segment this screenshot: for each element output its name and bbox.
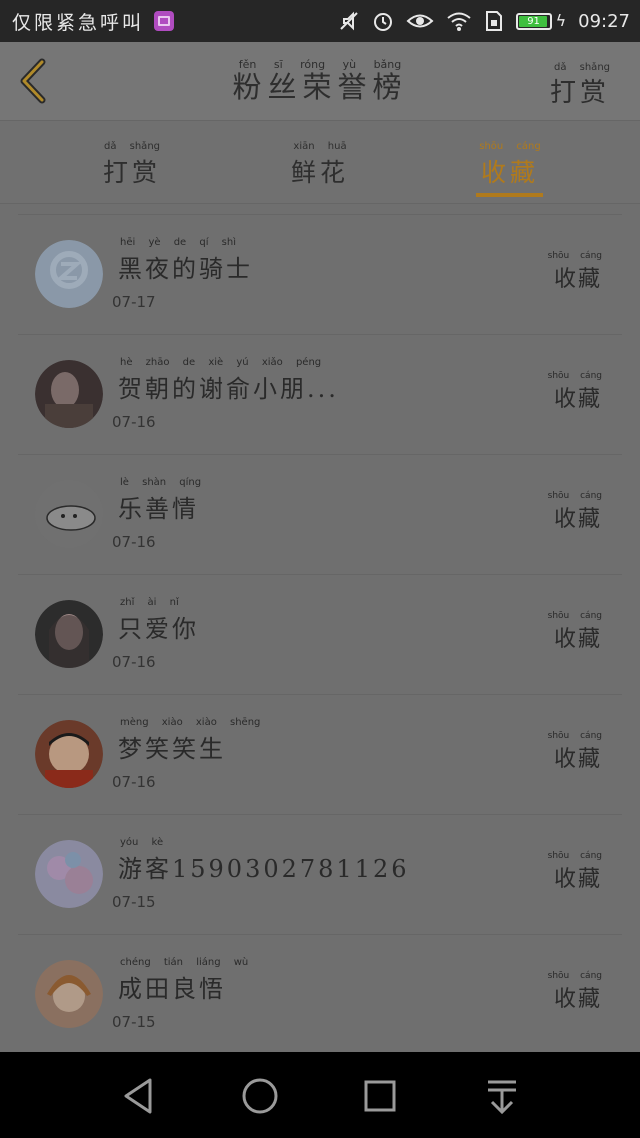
favorite-label: 收藏 [553, 627, 602, 652]
eye-icon [406, 14, 434, 28]
tab-bar: dǎ shǎng 打赏 xiān huā 鲜花 shōu cáng 收藏 [0, 121, 640, 204]
mute-icon [339, 11, 358, 31]
avatar [35, 960, 103, 1028]
user-name: 梦笑笑生 [118, 735, 226, 763]
system-navigation-bar [0, 1052, 640, 1138]
battery-icon: 91 [515, 12, 552, 30]
favorite-label: 收藏 [553, 267, 602, 292]
date: 07-16 [112, 653, 156, 671]
tab-flowers[interactable]: xiān huā 鲜花 [250, 121, 390, 203]
list-item[interactable]: zhǐ ài nǐ 只爱你 07-16 shōu cáng 收藏 [18, 575, 622, 695]
date: 07-16 [112, 533, 156, 551]
avatar [35, 240, 103, 308]
date: 07-16 [112, 773, 156, 791]
fan-list: hēi yè de qí shì 黑夜的骑士 07-17 shōu cáng 收… [18, 214, 622, 1055]
action-pinyin: shōu cáng [547, 491, 602, 501]
tab-label: 收藏 [480, 158, 539, 187]
action-pinyin: shōu cáng [547, 731, 602, 741]
list-item[interactable]: chéng tián liáng wù 成田良悟 07-15 shōu cáng… [18, 935, 622, 1055]
favorite-label: 收藏 [553, 987, 602, 1012]
name-pinyin: zhǐ ài nǐ [120, 597, 179, 608]
action-pinyin: shōu cáng [547, 971, 602, 981]
sim-icon [485, 11, 502, 31]
charging-icon: ϟ [555, 11, 567, 30]
date: 07-17 [112, 293, 156, 311]
app-header: fěn sī róng yù bǎng 粉丝荣誉榜 dǎ shǎng 打赏 [0, 42, 640, 121]
avatar [35, 360, 103, 428]
active-tab-indicator [476, 193, 543, 197]
action-pinyin: shōu cáng [547, 371, 602, 381]
tab-label: 打赏 [102, 158, 161, 187]
avatar [35, 720, 103, 788]
action-pinyin: shōu cáng [547, 851, 602, 861]
user-name: 游客1590302781126 [118, 855, 410, 883]
date: 07-15 [112, 1013, 156, 1031]
date: 07-15 [112, 893, 156, 911]
avatar [35, 840, 103, 908]
tab-reward[interactable]: dǎ shǎng 打赏 [62, 121, 202, 203]
status-bar: 仅限紧急呼叫 91 ϟ 09:27 [0, 0, 640, 42]
list-item[interactable]: hè zhāo de xiè yú xiǎo péng 贺朝的谢俞小朋... 0… [18, 335, 622, 455]
name-pinyin: chéng tián liáng wù [120, 957, 249, 968]
tab-favorites[interactable]: shōu cáng 收藏 [440, 121, 580, 203]
alarm-icon [373, 13, 392, 31]
user-name: 成田良悟 [118, 975, 226, 1003]
battery-level: 91 [527, 15, 540, 27]
list-item[interactable]: hēi yè de qí shì 黑夜的骑士 07-17 shōu cáng 收… [18, 215, 622, 335]
recents-nav-icon[interactable] [358, 1074, 402, 1118]
user-name: 乐善情 [118, 495, 199, 523]
back-nav-icon[interactable] [116, 1074, 160, 1118]
avatar [35, 600, 103, 668]
wifi-icon [446, 12, 471, 31]
user-name: 贺朝的谢俞小朋... [118, 375, 339, 403]
name-pinyin: yóu kè [120, 837, 164, 848]
user-name: 只爱你 [118, 615, 199, 643]
notification-pulldown-icon[interactable] [480, 1074, 524, 1118]
action-pinyin: shōu cáng [547, 611, 602, 621]
tab-pinyin: shōu cáng [479, 141, 541, 152]
date: 07-16 [112, 413, 156, 431]
name-pinyin: hēi yè de qí shì [120, 237, 237, 248]
tab-pinyin: dǎ shǎng [103, 141, 160, 152]
reward-button[interactable]: 打赏 [550, 72, 610, 109]
tab-label: 鲜花 [290, 158, 349, 187]
home-nav-icon[interactable] [238, 1074, 282, 1118]
page-title: 粉丝荣誉榜 [232, 70, 408, 104]
favorite-label: 收藏 [553, 747, 602, 772]
clock: 09:27 [578, 10, 630, 32]
carrier-text: 仅限紧急呼叫 [12, 11, 145, 34]
list-item[interactable]: yóu kè 游客1590302781126 07-15 shōu cáng 收… [18, 815, 622, 935]
user-name: 黑夜的骑士 [118, 255, 253, 283]
name-pinyin: mèng xiào xiào shēng [120, 717, 261, 728]
list-item[interactable]: mèng xiào xiào shēng 梦笑笑生 07-16 shōu cán… [18, 695, 622, 815]
action-pinyin: shōu cáng [547, 251, 602, 261]
tab-pinyin: xiān huā [293, 141, 347, 152]
favorite-label: 收藏 [553, 867, 602, 892]
list-item[interactable]: lè shàn qíng 乐善情 07-16 shōu cáng 收藏 [18, 455, 622, 575]
favorite-label: 收藏 [553, 507, 602, 532]
name-pinyin: lè shàn qíng [120, 477, 202, 488]
gallery-icon [154, 11, 175, 31]
avatar [35, 480, 103, 548]
favorite-label: 收藏 [553, 387, 602, 412]
name-pinyin: hè zhāo de xiè yú xiǎo péng [120, 357, 322, 368]
